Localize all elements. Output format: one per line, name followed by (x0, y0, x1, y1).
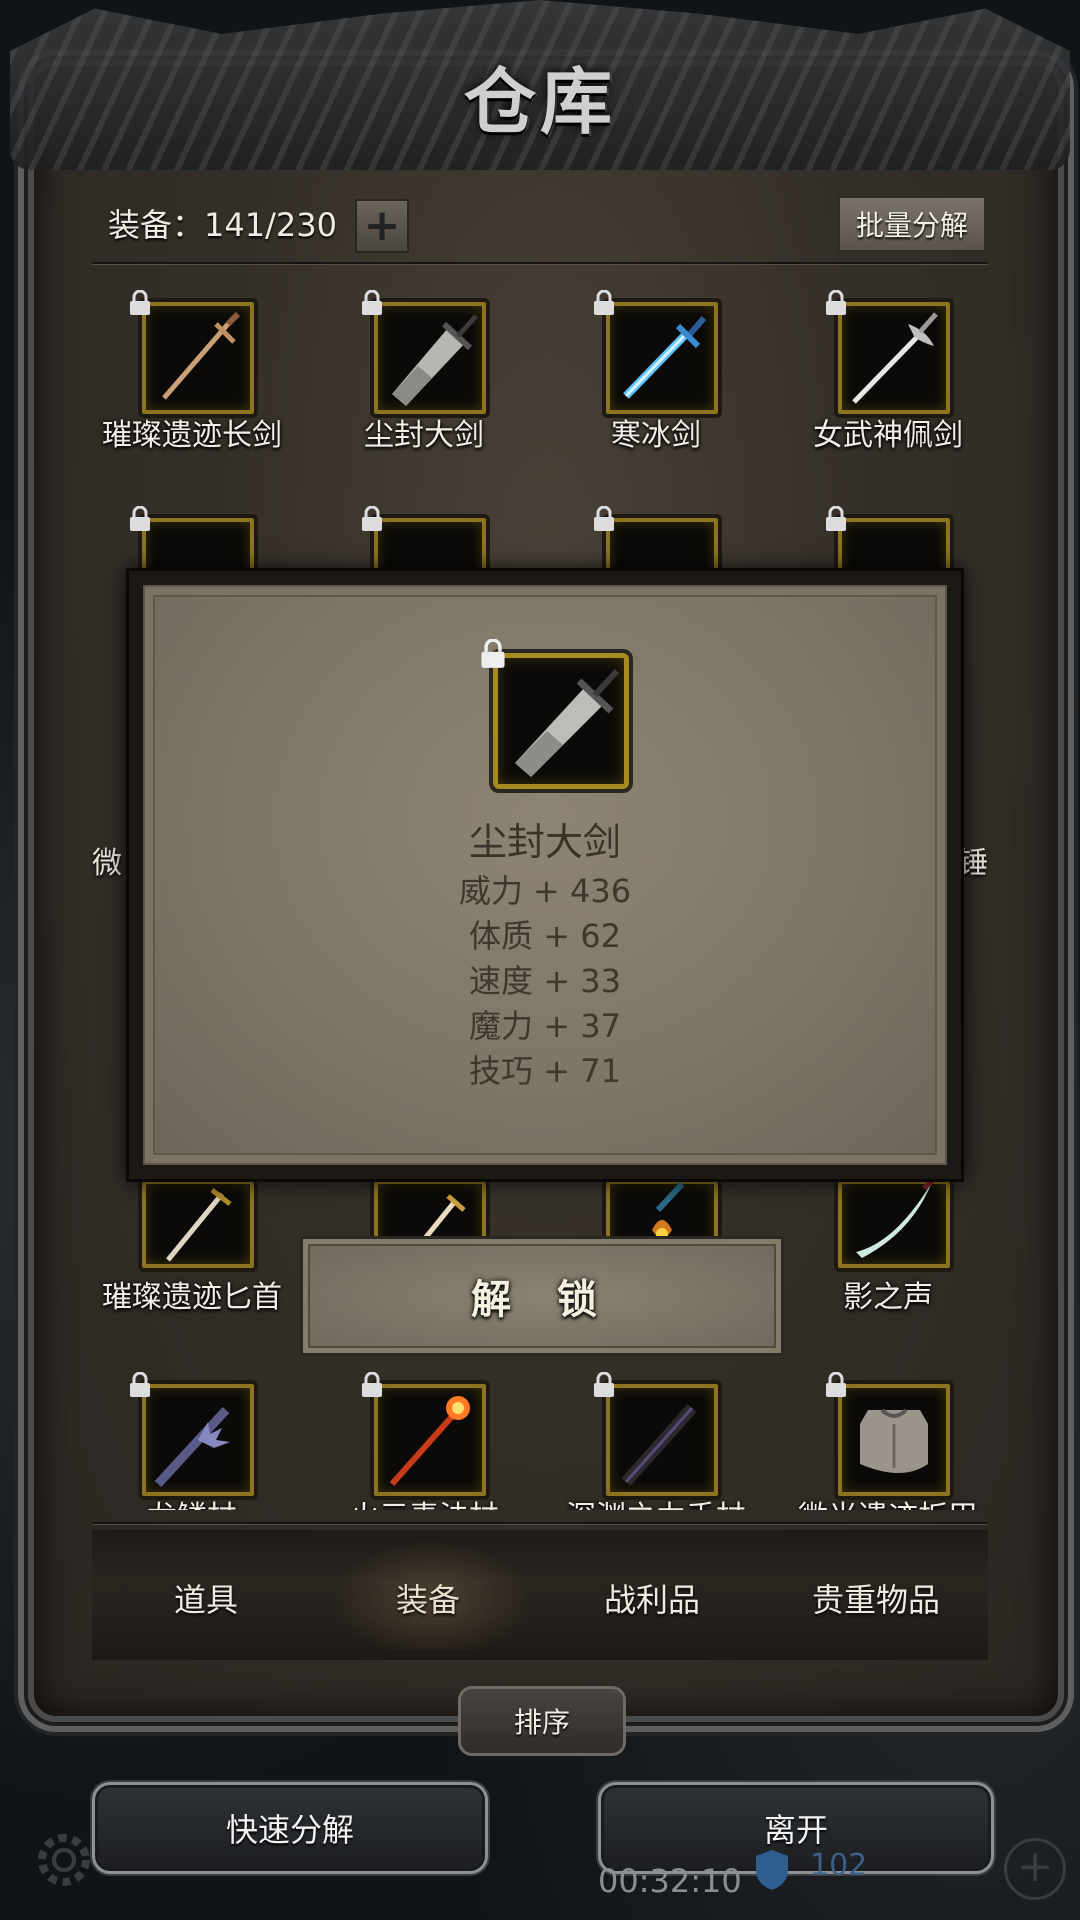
item-slot[interactable]: 龙鳞杖 (76, 1372, 308, 1510)
item-row-clipped: 龙鳞杖 火元素法杖 深渊之力手杖 (60, 1370, 1020, 1510)
gear-icon[interactable] (30, 1826, 98, 1894)
session-timer: 00:32:10 (598, 1862, 742, 1900)
header-divider (92, 262, 988, 264)
dark-cane-icon (621, 1404, 697, 1486)
ice-sword-icon (623, 316, 707, 399)
fire-staff-icon (389, 1396, 470, 1486)
stat-constitution: 体质 + 62 (469, 917, 621, 955)
lock-icon (594, 290, 614, 315)
item-detail-popup: 尘封大剑 威力 + 436 体质 + 62 速度 + 33 魔力 + 37 技巧… (126, 568, 964, 1182)
item-frame (138, 298, 258, 418)
popup-parchment: 尘封大剑 威力 + 436 体质 + 62 速度 + 33 魔力 + 37 技巧… (143, 585, 947, 1165)
currency-value: 102 (810, 1848, 868, 1883)
item-frame (370, 298, 490, 418)
tab-equipment[interactable]: 装备 (318, 1575, 538, 1621)
longsword-icon (162, 311, 241, 400)
item-name: 微光遗迹板甲 (752, 1492, 1020, 1510)
greatsword-icon (515, 668, 620, 777)
plus-icon: + (363, 200, 401, 251)
popup-item-name: 尘封大剑 (468, 820, 621, 864)
item-slot[interactable]: 璀璨遗迹匕首 (76, 1180, 308, 1330)
lock-icon (362, 1372, 382, 1397)
spiked-staff-icon (154, 1406, 230, 1488)
item-frame (834, 1174, 954, 1272)
stat-speed: 速度 + 33 (469, 962, 621, 1000)
tab-loot[interactable]: 战利品 (542, 1575, 762, 1621)
shield-icon (756, 1850, 788, 1890)
add-icon[interactable]: + (1004, 1838, 1066, 1900)
item-frame (370, 1380, 490, 1500)
lock-icon (594, 506, 614, 531)
batch-decompose-button[interactable]: 批量分解 (838, 196, 986, 252)
item-slot[interactable]: 璀璨遗迹长剑 (76, 290, 308, 453)
item-frame (602, 1380, 722, 1500)
stat-power: 威力 + 436 (458, 872, 632, 910)
lock-icon (826, 1372, 846, 1397)
lock-icon (594, 1372, 614, 1397)
quick-decompose-button[interactable]: 快速分解 (92, 1782, 488, 1874)
item-name: 影之声 (843, 1280, 933, 1315)
item-slot[interactable]: 尘封大剑 (308, 290, 540, 453)
item-slot[interactable]: 微光遗迹板甲 (772, 1372, 1004, 1510)
partial-item-label: 微 (92, 846, 122, 881)
item-slot[interactable]: 深渊之力手杖 (540, 1372, 772, 1510)
item-frame (138, 1180, 258, 1272)
popup-item-frame (489, 649, 633, 793)
item-frame (602, 298, 722, 418)
lock-icon (130, 290, 150, 315)
item-frame (834, 298, 954, 418)
lock-icon (362, 290, 382, 315)
greatsword-icon (392, 314, 478, 406)
plate-armor-icon (860, 1408, 928, 1473)
item-frame (138, 1380, 258, 1500)
lock-icon (130, 1372, 150, 1397)
stat-magic: 魔力 + 37 (469, 1007, 621, 1045)
grid-divider (92, 1522, 988, 1524)
title-plate: 仓库 (440, 40, 640, 150)
stat-skill: 技巧 + 71 (469, 1052, 621, 1090)
stat-list: 威力 + 436 体质 + 62 速度 + 33 魔力 + 37 技巧 + 71 (145, 869, 945, 1094)
lock-icon (826, 506, 846, 531)
item-slot[interactable]: 寒冰剑 (540, 290, 772, 453)
item-slot[interactable]: 火元素法杖 (308, 1372, 540, 1510)
lock-icon (130, 506, 150, 531)
item-frame (834, 1380, 954, 1500)
leave-button[interactable]: 离开 (598, 1782, 994, 1874)
item-name: 女武神佩剑 (813, 418, 963, 453)
tab-valuables[interactable]: 贵重物品 (766, 1575, 986, 1621)
lock-icon (826, 290, 846, 315)
lock-icon (481, 639, 505, 668)
valkyrie-sword-icon (852, 312, 938, 404)
equipment-capacity: 装备：141/230 (108, 206, 337, 244)
panel-title: 仓库 (463, 58, 616, 144)
item-slot[interactable]: 女武神佩剑 (772, 290, 1004, 453)
sort-button[interactable]: 排序 (458, 1686, 626, 1756)
expand-capacity-button[interactable]: + (355, 199, 409, 253)
item-name: 璀璨遗迹匕首 (102, 1280, 282, 1315)
item-slot[interactable]: 影之声 (772, 1174, 1004, 1330)
tab-items[interactable]: 道具 (96, 1575, 316, 1621)
lock-icon (362, 506, 382, 531)
unlock-button[interactable]: 解 锁 (300, 1236, 784, 1356)
